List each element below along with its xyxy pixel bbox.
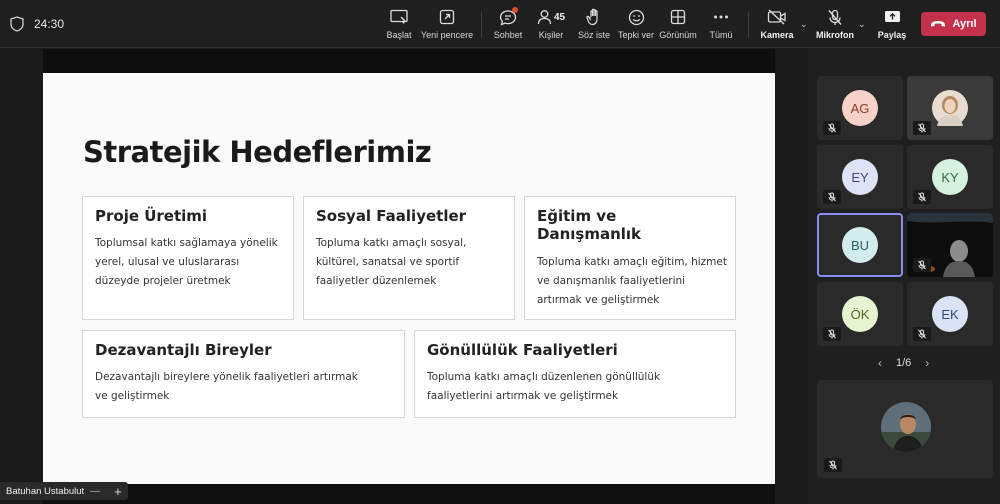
presenter-name: Batuhan Ustabulut: [6, 485, 85, 497]
participant-pager: ‹ 1/6 ›: [878, 356, 929, 370]
mic-off-icon: [913, 121, 931, 135]
people-icon: [537, 10, 552, 25]
self-avatar-photo: [881, 402, 931, 452]
chat-label: Sohbet: [493, 30, 523, 40]
goal-card-title: Proje Üretimi: [95, 207, 208, 225]
goal-card-body: Topluma katkı amaçlı eğitim, hizmet ve d…: [537, 256, 727, 306]
plus-icon[interactable]: +: [114, 484, 122, 499]
share-icon: [884, 11, 900, 22]
people-button[interactable]: 45 Kişiler: [535, 6, 567, 44]
screen-start-icon: [390, 9, 408, 24]
self-view-tile[interactable]: [817, 380, 993, 478]
mic-off-icon: [823, 327, 841, 341]
share-button[interactable]: Paylaş: [878, 6, 906, 44]
people-label: Kişiler: [538, 30, 564, 40]
participant-tile[interactable]: EY: [817, 145, 903, 209]
mic-label: Mikrofon: [816, 30, 854, 40]
popout-icon: [439, 9, 455, 25]
more-icon: [714, 15, 728, 19]
raise-hand-label: Söz iste: [577, 30, 610, 40]
goal-card: Proje Üretimi Toplumsal katkı sağlamaya …: [82, 196, 294, 320]
react-label: Tepki ver: [618, 30, 655, 40]
participant-tile[interactable]: ÖK: [817, 282, 903, 346]
share-label: Paylaş: [877, 30, 907, 40]
avatar: BU: [842, 227, 878, 263]
camera-off-icon: [767, 9, 786, 25]
mic-button[interactable]: Mikrofon: [816, 6, 854, 44]
avatar: EY: [842, 159, 878, 195]
camera-label: Kamera: [760, 30, 794, 40]
next-page-icon[interactable]: ›: [925, 356, 929, 370]
presenter-label: Batuhan Ustabulut — +: [0, 482, 128, 500]
avatar: AG: [842, 90, 878, 126]
meeting-toolbar: 24:30 Başlat Yeni pencere Sohbet 45 Kişi…: [0, 0, 1000, 48]
view-label: Görünüm: [659, 30, 697, 40]
shared-screen-top-bar: [43, 49, 775, 73]
raise-hand-icon: [586, 8, 598, 26]
start-label: Başlat: [386, 30, 412, 40]
leave-button[interactable]: Ayrıl: [921, 12, 986, 36]
avatar-photo: [932, 90, 968, 126]
hang-up-icon: [931, 21, 946, 27]
minus-icon[interactable]: —: [90, 486, 100, 497]
chat-button[interactable]: Sohbet: [492, 6, 524, 44]
goal-card-body: Topluma katkı amaçlı düzenlenen gönüllül…: [427, 371, 661, 402]
avatar: KY: [932, 159, 968, 195]
leave-label: Ayrıl: [952, 18, 977, 30]
goal-card: Eğitim ve Danışmanlık Topluma katkı amaç…: [524, 196, 736, 320]
goal-card: Gönüllülük Faaliyetleri Topluma katkı am…: [414, 330, 736, 418]
toolbar-divider: [748, 12, 749, 38]
mic-off-icon: [823, 190, 841, 204]
presentation-slide: Stratejik Hedeflerimiz Proje Üretimi Top…: [43, 73, 775, 484]
meeting-timer: 24:30: [34, 17, 65, 31]
participant-tile[interactable]: KY: [907, 145, 993, 209]
camera-options-chevron-icon[interactable]: ⌄: [800, 19, 808, 30]
grid-view-icon: [670, 9, 686, 25]
smiley-icon: [628, 9, 644, 25]
mic-options-chevron-icon[interactable]: ⌄: [858, 19, 866, 30]
mic-off-icon: [913, 258, 931, 272]
goal-card-title: Sosyal Faaliyetler: [316, 207, 467, 225]
page-indicator: 1/6: [896, 357, 912, 369]
camera-button[interactable]: Kamera: [760, 6, 794, 44]
participant-tile[interactable]: [907, 213, 993, 277]
goal-card-title: Gönüllülük Faaliyetleri: [427, 341, 618, 359]
participant-count: 45: [553, 11, 566, 23]
mic-off-icon: [913, 327, 931, 341]
goal-card-body: Dezavantajlı bireylere yönelik faaliyetl…: [95, 371, 358, 402]
avatar: EK: [932, 296, 968, 332]
mic-off-icon: [824, 458, 842, 472]
view-button[interactable]: Görünüm: [659, 6, 697, 44]
participant-tile[interactable]: BU: [817, 213, 903, 277]
participant-tile[interactable]: EK: [907, 282, 993, 346]
start-button[interactable]: Başlat: [384, 6, 414, 44]
goal-card-title: Eğitim ve Danışmanlık: [537, 207, 642, 243]
toolbar-divider: [481, 12, 482, 38]
goal-card-title: Dezavantajlı Bireyler: [95, 341, 272, 359]
shield-icon: [10, 16, 24, 32]
more-button[interactable]: Tümü: [707, 6, 735, 44]
goal-card-body: Toplumsal katkı sağlamaya yönelik yerel,…: [95, 237, 278, 287]
goal-card: Sosyal Faaliyetler Topluma katkı amaçlı …: [303, 196, 515, 320]
slide-title: Stratejik Hedeflerimiz: [83, 135, 432, 169]
participant-tile[interactable]: [907, 76, 993, 140]
react-button[interactable]: Tepki ver: [618, 6, 655, 44]
more-label: Tümü: [709, 30, 733, 40]
new-window-button[interactable]: Yeni pencere: [421, 6, 473, 44]
mic-off-icon: [828, 9, 842, 25]
mic-off-icon: [913, 190, 931, 204]
previous-page-icon[interactable]: ‹: [878, 356, 882, 370]
goal-card-body: Topluma katkı amaçlı sosyal, kültürel, s…: [316, 237, 467, 287]
notification-dot: [512, 7, 518, 13]
shared-screen-bottom-bar: [43, 484, 775, 504]
raise-hand-button[interactable]: Söz iste: [577, 6, 611, 44]
new-window-label: Yeni pencere: [420, 30, 474, 40]
mic-off-icon: [823, 121, 841, 135]
participant-tile[interactable]: AG: [817, 76, 903, 140]
avatar: ÖK: [842, 296, 878, 332]
goal-card: Dezavantajlı Bireyler Dezavantajlı birey…: [82, 330, 405, 418]
